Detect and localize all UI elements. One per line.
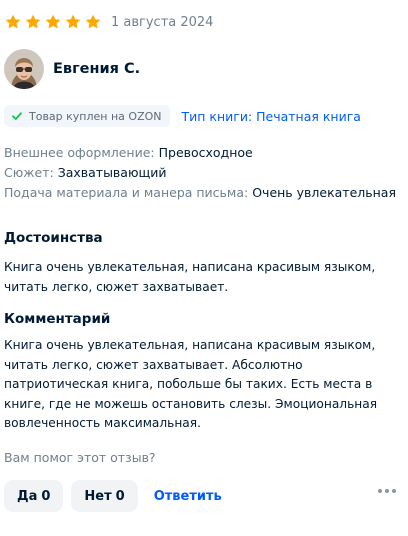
reply-button[interactable]: Ответить — [154, 489, 222, 504]
vote-yes-count: 0 — [41, 488, 51, 504]
review-attributes: Внешнее оформление: Превосходное Сюжет: … — [4, 143, 396, 203]
avatar[interactable] — [4, 49, 44, 89]
review-card: 1 августа 2024 Евгения С. Товар куплен н… — [0, 0, 408, 536]
star-icon — [25, 14, 41, 29]
star-icon — [85, 14, 101, 29]
check-icon — [12, 112, 22, 120]
attribute-key: Сюжет: — [4, 165, 54, 180]
vote-yes-label: Да — [17, 488, 38, 504]
star-icon — [5, 14, 21, 29]
vote-no-count: 0 — [115, 488, 125, 504]
purchase-badge: Товар куплен на OZON — [4, 105, 170, 127]
author-name[interactable]: Евгения С. — [53, 61, 140, 77]
tags-row: Товар куплен на OZON Тип книги: Печатная… — [4, 105, 361, 127]
comment-text: Книга очень увлекательная, написана крас… — [4, 338, 378, 430]
review-date: 1 августа 2024 — [111, 14, 214, 30]
pros-title: Достоинства — [4, 230, 103, 246]
attribute-key: Внешнее оформление: — [4, 145, 155, 160]
helpful-question: Вам помог этот отзыв? — [4, 450, 156, 465]
rating-stars — [4, 13, 104, 31]
review-actions: Да 0 Нет 0 Ответить — [4, 480, 404, 512]
attribute-plot: Сюжет: Захватывающий — [4, 163, 396, 183]
attribute-value: Захватывающий — [57, 165, 167, 180]
vote-yes-button[interactable]: Да 0 — [4, 480, 64, 512]
vote-no-label: Нет — [84, 488, 112, 504]
rating-row: 1 августа 2024 — [4, 11, 213, 33]
comment-title: Комментарий — [4, 311, 111, 327]
pros-text: Книга очень увлекательная, написана крас… — [4, 260, 376, 294]
vote-no-button[interactable]: Нет 0 — [71, 480, 138, 512]
attribute-writing-style: Подача материала и манера письма: Очень … — [4, 183, 396, 203]
attribute-value: Очень увлекательная — [252, 185, 396, 200]
attribute-value: Превосходное — [158, 145, 253, 160]
more-dots-icon[interactable] — [375, 489, 396, 493]
attribute-key: Подача материала и манера письма: — [4, 185, 249, 200]
attribute-design: Внешнее оформление: Превосходное — [4, 143, 396, 163]
star-icon — [45, 14, 61, 29]
star-icon — [65, 14, 81, 29]
author-row: Евгения С. — [4, 48, 140, 90]
book-type-link[interactable]: Тип книги: Печатная книга — [182, 109, 361, 124]
purchase-badge-label: Товар куплен на OZON — [29, 109, 162, 123]
